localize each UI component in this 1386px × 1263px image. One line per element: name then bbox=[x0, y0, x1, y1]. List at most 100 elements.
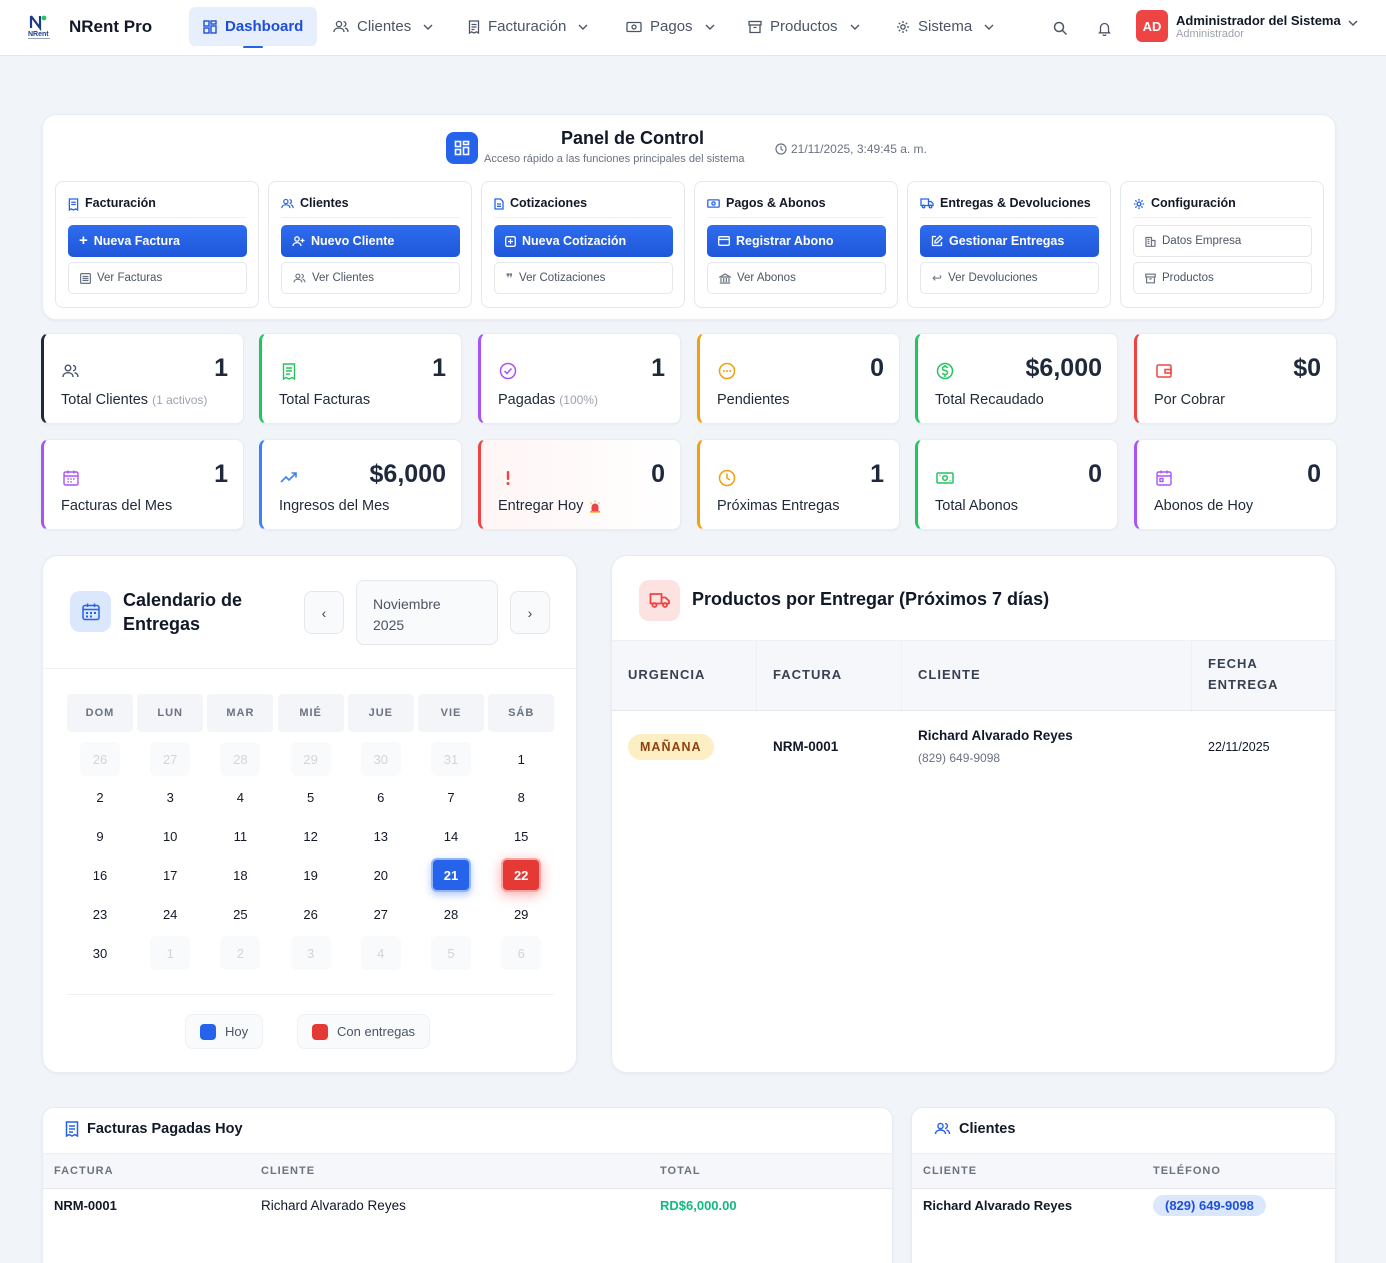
calendar-day[interactable]: 5 bbox=[291, 780, 331, 814]
notifications-button[interactable] bbox=[1092, 16, 1116, 40]
nav-pagos[interactable]: Pagos bbox=[612, 7, 729, 46]
calendar-day[interactable]: 10 bbox=[150, 819, 190, 853]
calendar-day[interactable]: 11 bbox=[220, 819, 260, 853]
calendar-next-button[interactable]: › bbox=[510, 591, 550, 634]
calendar-day-outside: 2 bbox=[220, 936, 261, 970]
calendar-day[interactable]: 9 bbox=[80, 819, 120, 853]
user-avatar[interactable]: AD bbox=[1136, 10, 1168, 42]
panel-timestamp-text: 21/11/2025, 3:49:45 a. m. bbox=[791, 142, 927, 156]
calendar-day[interactable]: 21 bbox=[431, 858, 471, 892]
calendar-day[interactable]: 7 bbox=[431, 780, 471, 814]
calendar-day[interactable]: 3 bbox=[150, 780, 190, 814]
calendar-day[interactable]: 16 bbox=[80, 858, 120, 892]
user-name[interactable]: Administrador del Sistema bbox=[1176, 13, 1341, 28]
nav-sistema[interactable]: Sistema bbox=[882, 7, 1008, 46]
registrar-abono-button[interactable]: Registrar Abono bbox=[707, 225, 886, 257]
receipt-icon bbox=[468, 19, 480, 34]
delivery-client[interactable]: Richard Alvarado Reyes bbox=[918, 728, 1073, 743]
datos-empresa-button[interactable]: Datos Empresa bbox=[1133, 225, 1312, 257]
stat-entregar-hoy[interactable]: 0 Entregar Hoy bbox=[478, 439, 681, 530]
ver-facturas-label: Ver Facturas bbox=[97, 272, 163, 284]
stat-abonos-hoy[interactable]: 0 Abonos de Hoy bbox=[1134, 439, 1337, 530]
client-name[interactable]: Richard Alvarado Reyes bbox=[923, 1198, 1072, 1213]
calendar-day[interactable]: 20 bbox=[361, 858, 401, 892]
brand[interactable]: NRent NRent Pro bbox=[28, 14, 152, 40]
stat-total-recaudado[interactable]: $6,000 Total Recaudado bbox=[915, 333, 1118, 424]
stat-total-clientes[interactable]: 1 Total Clientes (1 activos) bbox=[41, 333, 244, 424]
calendar-day[interactable]: 24 bbox=[150, 897, 190, 931]
users-icon bbox=[62, 364, 79, 378]
calendar-day[interactable]: 18 bbox=[220, 858, 260, 892]
stat-ingresos-mes[interactable]: $6,000 Ingresos del Mes bbox=[259, 439, 462, 530]
delivery-date: 22/11/2025 bbox=[1208, 740, 1270, 754]
plus-square-icon bbox=[505, 235, 516, 247]
calendar-day[interactable]: 15 bbox=[501, 819, 541, 853]
calendar-day[interactable]: 13 bbox=[361, 819, 401, 853]
stat-value: 0 bbox=[651, 460, 665, 488]
ver-facturas-button[interactable]: Ver Facturas bbox=[68, 262, 247, 294]
stat-facturas-mes[interactable]: 1 Facturas del Mes bbox=[41, 439, 244, 530]
ver-cotizaciones-button[interactable]: ❞ Ver Cotizaciones bbox=[494, 262, 673, 294]
ver-clientes-button[interactable]: Ver Clientes bbox=[281, 262, 460, 294]
stat-pagadas[interactable]: 1 Pagadas (100%) bbox=[478, 333, 681, 424]
ver-devoluciones-button[interactable]: ↩ Ver Devoluciones bbox=[920, 262, 1099, 294]
calendar-day[interactable]: 28 bbox=[431, 897, 471, 931]
user-menu-chevron-icon[interactable] bbox=[1348, 20, 1358, 26]
ver-devoluciones-label: Ver Devoluciones bbox=[948, 272, 1038, 284]
search-button[interactable] bbox=[1048, 16, 1072, 40]
calendar-day[interactable]: 2 bbox=[80, 780, 120, 814]
stat-por-cobrar[interactable]: $0 Por Cobrar bbox=[1134, 333, 1337, 424]
panel-title: Panel de Control bbox=[561, 128, 705, 148]
calendar-day[interactable]: 8 bbox=[501, 780, 541, 814]
gestionar-entregas-button[interactable]: Gestionar Entregas bbox=[920, 225, 1099, 257]
calendar-day[interactable]: 29 bbox=[501, 897, 541, 931]
credit-card-icon bbox=[718, 236, 730, 246]
nueva-factura-button[interactable]: + Nueva Factura bbox=[68, 225, 247, 257]
control-panel: Panel de Control Acceso rápido a las fun… bbox=[42, 114, 1336, 320]
calendar-day[interactable]: 26 bbox=[291, 897, 331, 931]
calendar-month-display[interactable]: Noviembre 2025 bbox=[356, 580, 498, 645]
nav-facturacion[interactable]: Facturación bbox=[454, 7, 602, 46]
nav-clientes[interactable]: Clientes bbox=[319, 7, 447, 46]
calendar-day[interactable]: 1 bbox=[501, 742, 541, 776]
nuevo-cliente-button[interactable]: Nuevo Cliente bbox=[281, 225, 460, 257]
calendar-day[interactable]: 4 bbox=[220, 780, 260, 814]
paid-invoice[interactable]: NRM-0001 bbox=[54, 1198, 117, 1213]
calendar-day[interactable]: 12 bbox=[291, 819, 331, 853]
quick-card-configuracion: Configuración Datos Empresa Productos bbox=[1120, 181, 1324, 308]
legend-today-label: Hoy bbox=[225, 1024, 249, 1039]
stat-total-facturas[interactable]: 1 Total Facturas bbox=[259, 333, 462, 424]
th-cliente: CLIENTE bbox=[923, 1165, 978, 1177]
delivery-invoice[interactable]: NRM-0001 bbox=[773, 739, 838, 754]
calendar-title: Calendario de Entregas bbox=[123, 590, 243, 634]
stat-value: $6,000 bbox=[369, 460, 446, 488]
calendar-prev-button[interactable]: ‹ bbox=[304, 591, 344, 634]
check-circle-icon bbox=[499, 362, 517, 380]
stat-pendientes[interactable]: 0 Pendientes bbox=[697, 333, 900, 424]
stat-proximas-entregas[interactable]: 1 Próximas Entregas bbox=[697, 439, 900, 530]
th-factura: FACTURA bbox=[773, 667, 843, 682]
calendar-day[interactable]: 25 bbox=[220, 897, 260, 931]
document-icon bbox=[494, 198, 504, 210]
nueva-cotizacion-label: Nueva Cotización bbox=[522, 234, 627, 248]
calendar-day[interactable]: 22 bbox=[501, 858, 542, 892]
calendar-day[interactable]: 23 bbox=[80, 897, 120, 931]
calendar-day[interactable]: 14 bbox=[431, 819, 471, 853]
money-icon bbox=[936, 472, 954, 484]
quick-card-cotizaciones: Cotizaciones Nueva Cotización ❞ Ver Coti… bbox=[481, 181, 685, 308]
calendar-day[interactable]: 27 bbox=[361, 897, 401, 931]
nav-productos[interactable]: Productos bbox=[734, 7, 874, 46]
calendar-day[interactable]: 17 bbox=[150, 858, 190, 892]
calendar-day[interactable]: 19 bbox=[291, 858, 331, 892]
nav-pagos-label: Pagos bbox=[650, 18, 693, 35]
stat-total-abonos[interactable]: 0 Total Abonos bbox=[915, 439, 1118, 530]
quote-icon: ❞ bbox=[506, 271, 514, 285]
siren-icon bbox=[590, 500, 601, 513]
receipt-icon bbox=[282, 363, 296, 381]
calendar-day[interactable]: 6 bbox=[361, 780, 401, 814]
nav-dashboard[interactable]: Dashboard bbox=[189, 7, 318, 48]
ver-abonos-button[interactable]: Ver Abonos bbox=[707, 262, 886, 294]
nueva-cotizacion-button[interactable]: Nueva Cotización bbox=[494, 225, 673, 257]
productos-config-button[interactable]: Productos bbox=[1133, 262, 1312, 294]
calendar-day[interactable]: 30 bbox=[80, 936, 120, 970]
